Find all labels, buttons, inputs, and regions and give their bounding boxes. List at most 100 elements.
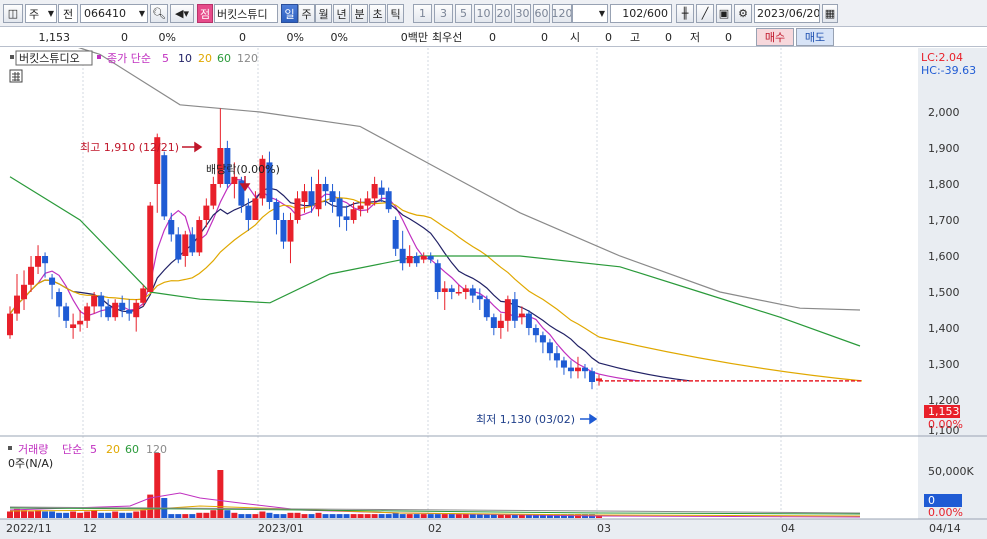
candle[interactable] [140, 288, 147, 303]
candle[interactable] [448, 288, 455, 292]
candle[interactable] [455, 292, 462, 294]
volume-bar[interactable] [455, 514, 462, 518]
volume-bar[interactable] [336, 514, 343, 518]
volume-bar[interactable] [133, 511, 140, 519]
candle[interactable] [77, 320, 84, 325]
volume-bar[interactable] [371, 514, 378, 518]
minute-button[interactable]: 30 [514, 4, 531, 23]
candle[interactable] [420, 256, 427, 260]
calendar-icon[interactable]: ▦ [822, 4, 838, 23]
data-count-input[interactable]: 102/600 [610, 4, 672, 23]
candle[interactable] [168, 220, 175, 235]
candle[interactable] [7, 313, 13, 336]
volume-bar[interactable] [343, 514, 350, 518]
volume-bar[interactable] [231, 512, 238, 518]
volume-bar[interactable] [266, 512, 273, 518]
volume-bar[interactable] [406, 514, 413, 518]
candle[interactable] [315, 184, 322, 210]
tick-unit-select[interactable]: ▼ [572, 4, 608, 23]
candle[interactable] [336, 198, 343, 217]
volume-bar[interactable] [105, 512, 112, 518]
volume-bar[interactable] [35, 510, 42, 518]
line-draw-icon[interactable]: ╱ [696, 4, 714, 23]
candle[interactable] [203, 205, 210, 220]
volume-bar[interactable] [140, 510, 147, 518]
volume-bar[interactable] [448, 514, 455, 518]
chart-menu-icon[interactable]: ◫ [3, 4, 23, 23]
candle[interactable] [574, 367, 581, 372]
volume-bar[interactable] [385, 514, 392, 518]
candle[interactable] [462, 288, 469, 292]
candle[interactable] [322, 184, 329, 192]
candle[interactable] [35, 256, 42, 267]
candle[interactable] [189, 234, 196, 253]
candle[interactable] [126, 310, 133, 314]
volume-bar[interactable] [63, 512, 70, 518]
candle[interactable] [63, 306, 70, 321]
volume-bar[interactable] [252, 514, 259, 518]
candle[interactable] [294, 198, 301, 220]
candle[interactable] [329, 191, 336, 202]
candle[interactable] [504, 299, 511, 321]
candle[interactable] [308, 191, 315, 206]
search-icon[interactable]: 🔍︎ [150, 4, 168, 23]
volume-bar[interactable] [378, 514, 385, 518]
volume-bar[interactable] [77, 512, 84, 518]
volume-bar[interactable] [315, 512, 322, 518]
candle[interactable] [427, 256, 434, 260]
candle[interactable] [581, 367, 588, 372]
volume-bar[interactable] [280, 514, 287, 518]
candle[interactable] [525, 313, 532, 328]
volume-bar[interactable] [84, 511, 91, 519]
minute-button[interactable]: 10 [474, 4, 493, 23]
market-select[interactable]: 주 ▼ [25, 4, 57, 23]
candle[interactable] [378, 187, 385, 195]
candle[interactable] [287, 220, 294, 242]
candle[interactable] [280, 220, 287, 242]
volume-bar[interactable] [70, 511, 77, 519]
volume-bar[interactable] [182, 514, 189, 518]
volume-bar[interactable] [357, 514, 364, 518]
save-icon[interactable]: ▣ [716, 4, 732, 23]
candle[interactable] [91, 295, 98, 307]
volume-bar[interactable] [259, 511, 266, 519]
period-mode-select[interactable]: 전 [58, 4, 78, 23]
candle[interactable] [84, 306, 91, 321]
volume-bar[interactable] [294, 512, 301, 518]
candle[interactable] [49, 277, 56, 285]
candle[interactable] [357, 205, 364, 210]
period-button[interactable]: 주 [298, 4, 315, 23]
volume-bar[interactable] [42, 511, 49, 519]
volume-bar[interactable] [7, 511, 13, 519]
candle[interactable] [301, 191, 308, 202]
volume-bar[interactable] [196, 512, 203, 518]
volume-bar[interactable] [399, 514, 406, 518]
candle[interactable] [497, 320, 504, 328]
volume-bar[interactable] [434, 514, 441, 518]
candle[interactable] [392, 220, 399, 249]
volume-bar[interactable] [441, 514, 448, 518]
volume-bar[interactable] [364, 514, 371, 518]
candle[interactable] [539, 335, 546, 343]
candle[interactable] [196, 220, 203, 253]
volume-bar[interactable] [308, 514, 315, 518]
volume-bar[interactable] [175, 514, 182, 518]
candle[interactable] [413, 256, 420, 264]
volume-bar[interactable] [189, 514, 196, 518]
candle[interactable] [105, 306, 112, 318]
candle[interactable] [441, 288, 448, 292]
candle[interactable] [560, 360, 567, 368]
minute-button[interactable]: 120 [552, 4, 572, 23]
period-button[interactable]: 일 [281, 4, 298, 23]
period-button[interactable]: 초 [369, 4, 386, 23]
candle[interactable] [28, 266, 35, 285]
period-button[interactable]: 틱 [387, 4, 404, 23]
volume-bar[interactable] [329, 514, 336, 518]
volume-bar[interactable] [168, 514, 175, 518]
candle[interactable] [21, 284, 28, 300]
candle[interactable] [511, 299, 518, 321]
candle[interactable] [588, 371, 595, 382]
candle[interactable] [546, 342, 553, 354]
candle-type-icon[interactable]: ╫ [676, 4, 694, 23]
minute-button[interactable]: 3 [434, 4, 453, 23]
